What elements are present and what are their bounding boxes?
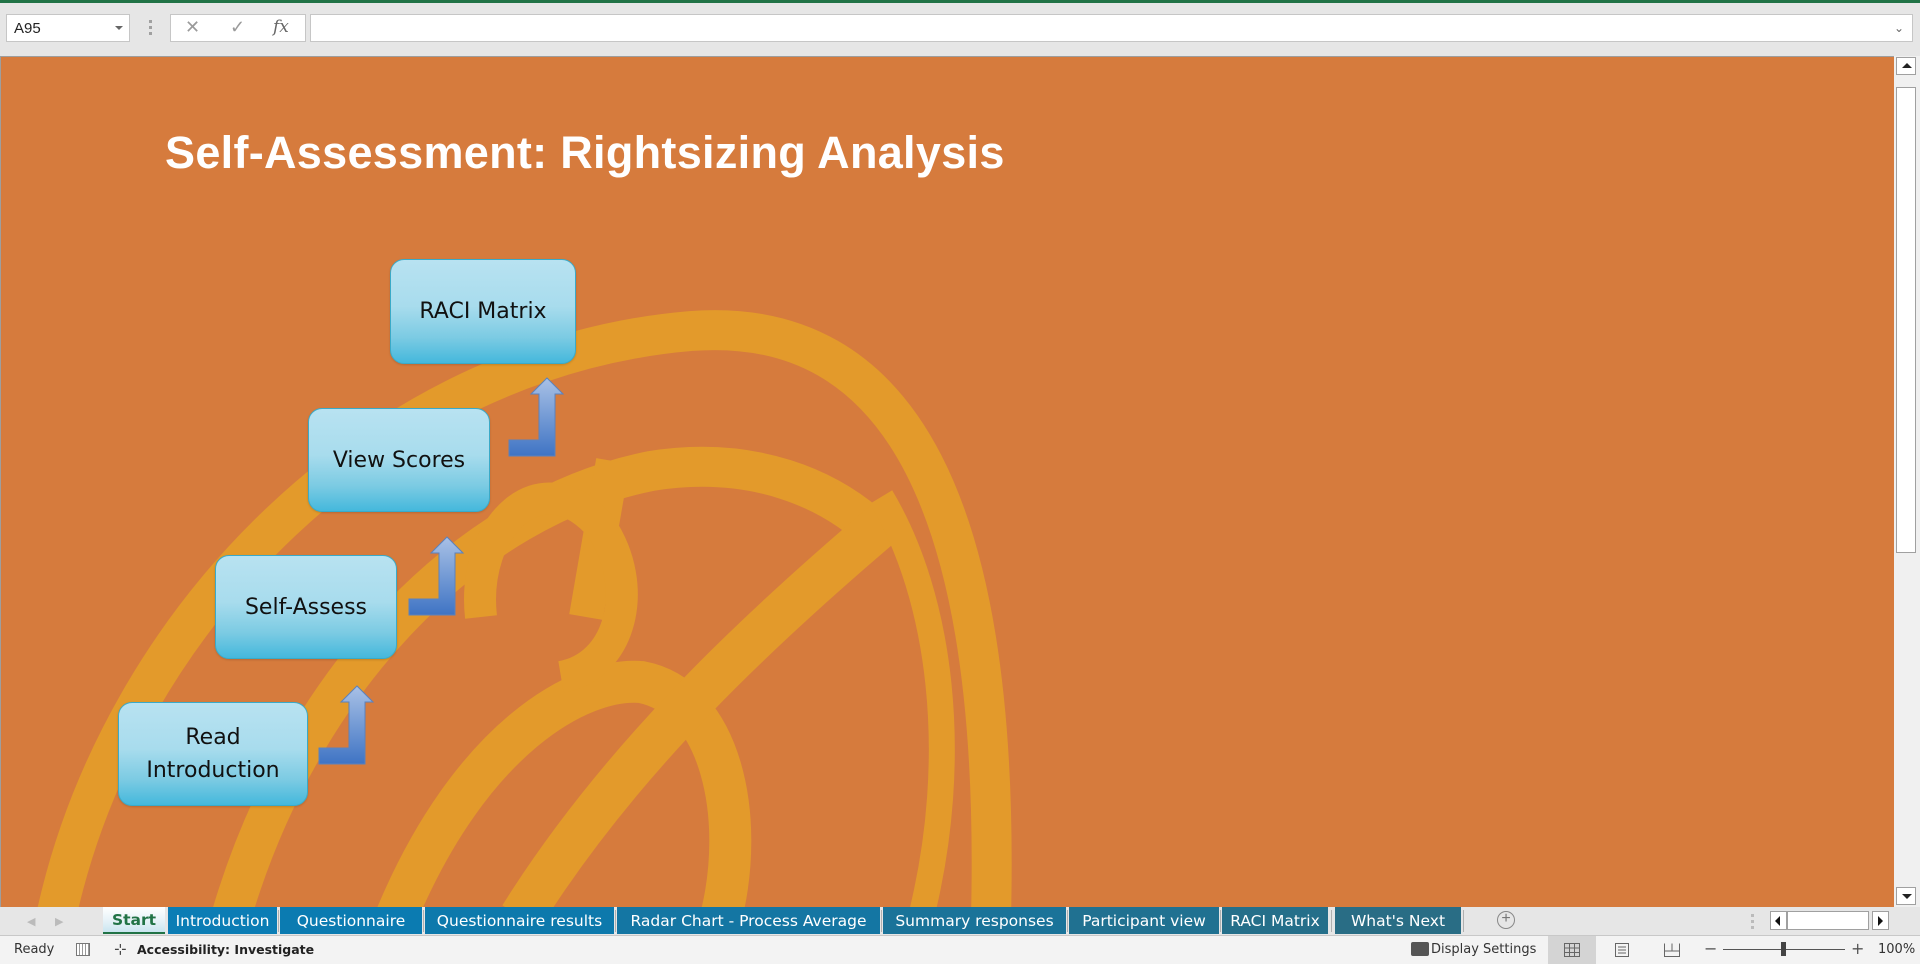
view-scores-button[interactable]: View Scores — [308, 408, 490, 512]
enter-icon[interactable]: ✓ — [230, 17, 245, 38]
scroll-down-icon[interactable] — [1896, 887, 1916, 905]
step-arrow-icon — [508, 377, 565, 457]
page-layout-icon — [1615, 943, 1629, 957]
tab-separator — [423, 910, 424, 932]
vertical-scrollbar[interactable] — [1894, 56, 1920, 907]
tab-separator — [881, 910, 882, 932]
horizontal-scrollbar[interactable] — [1770, 911, 1889, 930]
tab-split-grip-icon[interactable] — [1751, 914, 1754, 932]
name-box[interactable]: A95 — [6, 14, 130, 42]
formula-buttons: ✕ ✓ fx — [170, 14, 306, 42]
tab-separator — [615, 910, 616, 932]
tab-radar-chart[interactable]: Radar Chart - Process Average — [617, 907, 880, 934]
status-bar: Ready ⊹ Accessibility: Investigate Displ… — [0, 936, 1920, 964]
scroll-left-icon[interactable] — [1770, 911, 1787, 930]
tab-separator — [1331, 910, 1332, 932]
insert-function-icon[interactable]: fx — [273, 17, 289, 37]
cancel-icon[interactable]: ✕ — [185, 17, 200, 38]
view-scores-label: View Scores — [332, 447, 466, 473]
zoom-in-button[interactable]: + — [1851, 939, 1864, 958]
accessibility-status[interactable]: Accessibility: Investigate — [137, 942, 314, 957]
status-ready: Ready — [14, 942, 55, 957]
page-break-view-button[interactable] — [1648, 936, 1696, 964]
scroll-right-icon[interactable] — [1872, 911, 1889, 930]
tab-separator — [1067, 910, 1068, 932]
tab-prev-icon[interactable]: ◀ — [27, 915, 35, 928]
add-sheet-icon[interactable]: + — [1497, 911, 1515, 929]
tab-start[interactable]: Start — [103, 907, 165, 934]
formula-input[interactable]: ⌄ — [310, 14, 1913, 42]
tab-separator — [1220, 910, 1221, 932]
self-assess-button[interactable]: Self-Assess — [215, 555, 397, 659]
display-settings-button[interactable]: Display Settings — [1431, 942, 1536, 957]
read-introduction-label: Read Introduction — [146, 725, 280, 783]
tab-questionnaire[interactable]: Questionnaire — [280, 907, 422, 934]
tab-separator — [278, 910, 279, 932]
formula-bar: A95 ✕ ✓ fx ⌄ — [0, 3, 1920, 55]
tab-summary-responses[interactable]: Summary responses — [883, 907, 1066, 934]
tab-introduction[interactable]: Introduction — [168, 907, 277, 934]
read-introduction-button[interactable]: Read Introduction — [118, 702, 308, 806]
self-assess-label: Self-Assess — [244, 594, 368, 620]
horizontal-scroll-thumb[interactable] — [1787, 911, 1869, 930]
name-box-dropdown-icon[interactable] — [115, 26, 123, 30]
tab-separator — [1463, 910, 1464, 932]
normal-view-button[interactable] — [1548, 936, 1596, 964]
raci-matrix-label: RACI Matrix — [419, 299, 547, 324]
tab-next-icon[interactable]: ▶ — [55, 915, 63, 928]
accessibility-icon[interactable]: ⊹ — [114, 940, 127, 958]
name-box-value: A95 — [14, 20, 41, 37]
normal-view-icon — [1564, 943, 1580, 957]
zoom-level[interactable]: 100% — [1878, 942, 1915, 957]
step-arrow-icon — [408, 536, 465, 616]
worksheet-area[interactable]: Self-Assessment: Rightsizing Analysis Re… — [0, 56, 1894, 907]
vertical-scroll-thumb[interactable] — [1896, 87, 1916, 553]
swirl-right-arc — [869, 490, 955, 907]
tab-whats-next[interactable]: What's Next — [1335, 907, 1461, 934]
expand-formula-bar-icon[interactable]: ⌄ — [1894, 21, 1904, 35]
raci-matrix-button[interactable]: RACI Matrix — [390, 259, 576, 364]
tab-questionnaire-results[interactable]: Questionnaire results — [425, 907, 614, 934]
sheet-tab-bar: ◀ ▶ Start Introduction Questionnaire Que… — [0, 907, 1920, 936]
page-title: Self-Assessment: Rightsizing Analysis — [165, 127, 1005, 178]
page-break-icon — [1664, 943, 1680, 957]
macro-recording-icon[interactable] — [76, 943, 90, 956]
zoom-out-button[interactable]: − — [1704, 939, 1717, 958]
tab-participant-view[interactable]: Participant view — [1069, 907, 1219, 934]
zoom-slider-handle[interactable] — [1781, 942, 1786, 956]
step-arrow-icon — [318, 685, 375, 765]
formula-bar-grip-icon[interactable] — [149, 20, 153, 36]
tab-raci-matrix[interactable]: RACI Matrix — [1222, 907, 1328, 934]
display-settings-icon[interactable] — [1411, 942, 1429, 956]
scroll-up-icon[interactable] — [1896, 57, 1916, 75]
page-layout-view-button[interactable] — [1598, 936, 1646, 964]
